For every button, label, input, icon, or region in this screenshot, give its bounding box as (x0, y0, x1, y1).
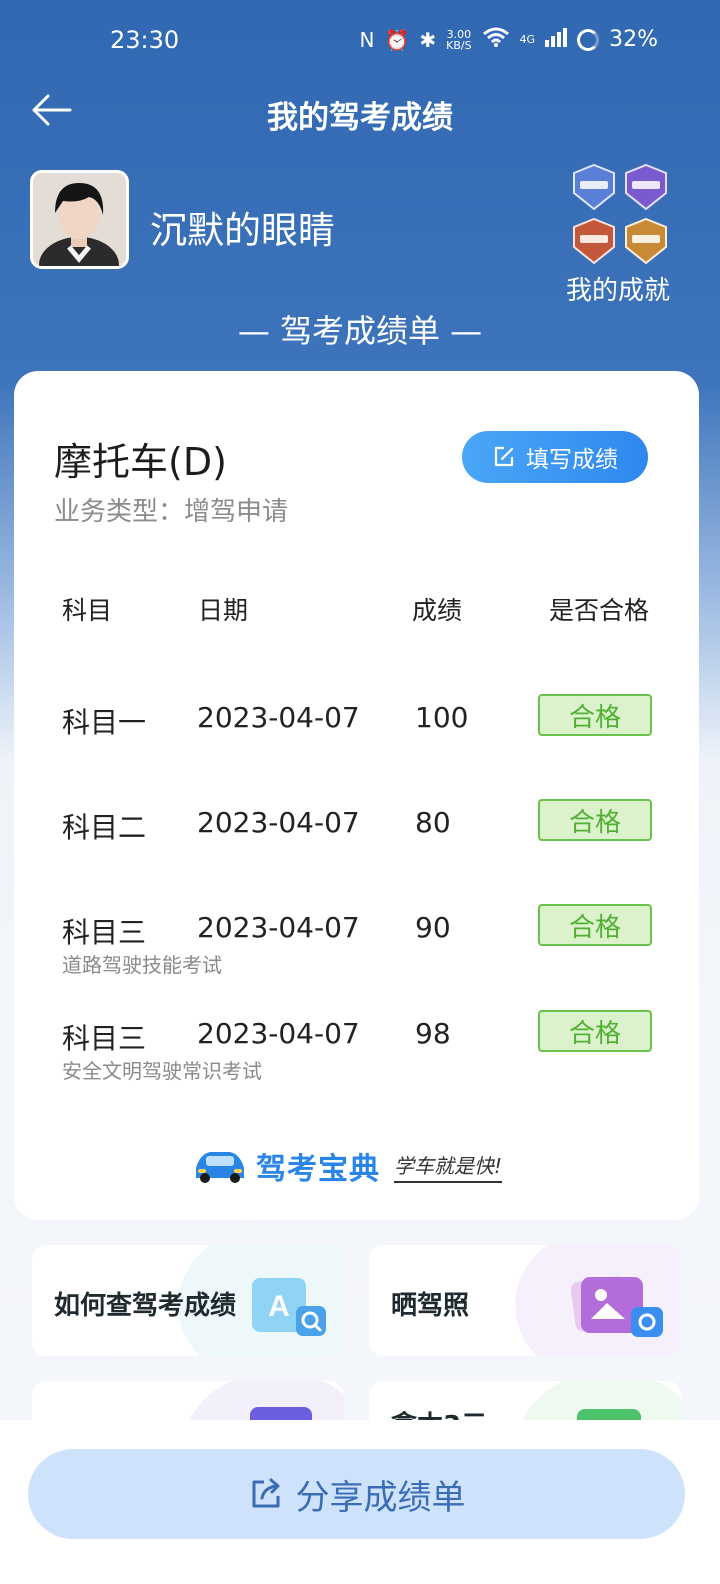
row-date: 2023-04-07 (197, 911, 360, 944)
car-icon (196, 1152, 244, 1183)
pass-badge: 合格 (538, 799, 652, 841)
username: 沉默的眼睛 (150, 209, 335, 252)
score-card: 摩托车(D) 业务类型：增驾申请 填写成绩 科目 日期 成绩 是否合格 科目一 … (14, 371, 699, 1220)
status-time: 23:30 (110, 26, 180, 54)
search-doc-icon: A (252, 1278, 326, 1336)
badge-subject-three-icon (573, 217, 615, 265)
edit-icon (494, 446, 514, 467)
table-row: 科目一 2023-04-07 100 合格 (14, 694, 699, 801)
row-score: 98 (415, 1017, 451, 1050)
row-score: 90 (415, 911, 451, 944)
tile-label: 晒驾照 (391, 1291, 470, 1321)
row-subject: 科目二 (62, 811, 147, 844)
col-pass: 是否合格 (549, 596, 650, 625)
row-subject: 科目三 (62, 1022, 147, 1055)
row-subject: 科目一 (62, 706, 147, 739)
badge-subject-two-icon (625, 163, 667, 211)
fill-score-button[interactable]: 填写成绩 (462, 431, 648, 483)
status-icons: N ⏰ ✱ 3.00 KB/S 4G 32% (359, 26, 658, 53)
share-button[interactable]: 分享成绩单 (28, 1449, 685, 1539)
col-score: 成绩 (412, 596, 463, 625)
bluetooth-icon: ✱ (419, 27, 437, 52)
row-date: 2023-04-07 (197, 806, 360, 839)
alarm-icon: ⏰ (384, 27, 410, 52)
avatar-image (33, 173, 126, 266)
badge-subject-one-icon (573, 163, 615, 211)
net-speed-value: 3.00 (446, 27, 472, 41)
photo-camera-icon (571, 1276, 663, 1337)
fill-score-label: 填写成绩 (526, 447, 618, 473)
brand-name: 驾考宝典 (256, 1152, 380, 1187)
brand-slogan: 学车就是快! (394, 1150, 503, 1183)
battery-icon (577, 28, 600, 51)
tile-show-license[interactable]: 晒驾照 (369, 1245, 681, 1356)
row-note: 道路驾驶技能考试 (62, 953, 222, 977)
brand-logo: 驾考宝典 学车就是快! (190, 1141, 530, 1191)
row-note: 安全文明驾驶常识考试 (62, 1059, 262, 1083)
business-type: 业务类型：增驾申请 (54, 497, 289, 527)
signal-label: 4G (519, 33, 536, 46)
row-score: 80 (415, 806, 451, 839)
tile-label: 如何查驾考成绩 (54, 1291, 237, 1321)
signal-icon (545, 27, 568, 53)
badge-license-icon (625, 217, 667, 265)
achievements-label[interactable]: 我的成就 (566, 270, 670, 307)
pass-badge: 合格 (538, 904, 652, 946)
sheet-title: — 驾考成绩单 — (237, 312, 483, 350)
svg-text:A: A (268, 1290, 290, 1323)
vehicle-type: 摩托车(D) (54, 440, 227, 484)
avatar[interactable] (30, 170, 129, 269)
nfc-icon: N (359, 27, 375, 52)
battery-level: 32% (609, 27, 658, 52)
col-subject: 科目 (62, 596, 113, 625)
share-label: 分享成绩单 (295, 1477, 466, 1518)
table-row: 科目三 2023-04-07 98 合格 安全文明驾驶常识考试 (14, 1010, 699, 1117)
tile-check-scores[interactable]: 如何查驾考成绩 A (32, 1245, 344, 1356)
row-date: 2023-04-07 (197, 1017, 360, 1050)
row-date: 2023-04-07 (197, 701, 360, 734)
page-title: 我的驾考成绩 (267, 100, 453, 136)
bottom-bar: 分享成绩单 (0, 1420, 720, 1584)
row-subject: 科目三 (62, 916, 147, 949)
col-date: 日期 (198, 596, 249, 625)
pass-badge: 合格 (538, 694, 652, 736)
row-score: 100 (415, 701, 469, 734)
pass-badge: 合格 (538, 1010, 652, 1052)
net-speed-unit: KB/S (446, 38, 472, 52)
table-row: 科目二 2023-04-07 80 合格 (14, 799, 699, 906)
status-bar: 23:30 N ⏰ ✱ 3.00 KB/S 4G 32% (0, 0, 720, 80)
net-speed: 3.00 KB/S (446, 29, 471, 51)
share-icon (252, 1478, 279, 1508)
achievements-badges[interactable] (570, 163, 672, 267)
table-row: 科目三 2023-04-07 90 合格 道路驾驶技能考试 (14, 904, 699, 1011)
wifi-icon (482, 26, 510, 53)
